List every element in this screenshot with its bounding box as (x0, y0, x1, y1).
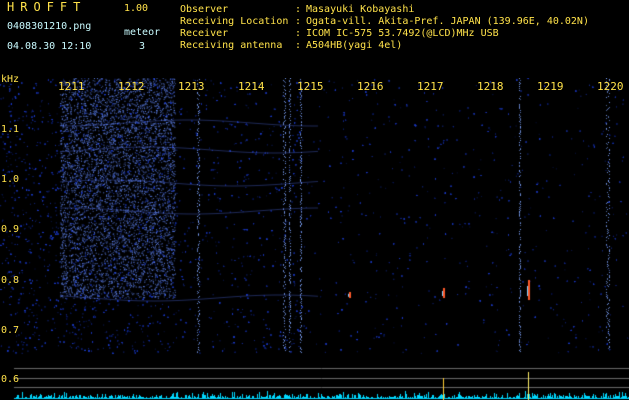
meta-value-observer: Masayuki Kobayashi (306, 4, 415, 15)
meteor-label: meteor (124, 27, 161, 38)
axis-unit: kHz (1, 74, 20, 85)
meta-label-antenna: Receiving antenna (180, 40, 283, 51)
meta-label-observer: Observer (180, 4, 229, 15)
minute-label: 1219 (537, 80, 564, 93)
meta-value-receiver: ICOM IC-575 53.7492(@LCD)MHz USB (306, 28, 499, 39)
minute-label: 1216 (357, 80, 384, 93)
minute-label: 1214 (238, 80, 265, 93)
minute-label: 1215 (297, 80, 324, 93)
meta-label-location: Receiving Location (180, 16, 289, 27)
app-brand: HROFFT (7, 0, 87, 14)
minute-label: 1211 (58, 80, 85, 93)
minute-label: 1218 (477, 80, 504, 93)
freq-tick-1.0: 1.0 (1, 174, 20, 185)
freq-tick-0.9: 0.9 (1, 224, 20, 235)
meteor-count: 3 (139, 41, 146, 52)
app-version: 1.00 (124, 3, 149, 14)
meta-colon: : (295, 4, 302, 15)
meta-value-location: Ogata-vill. Akita-Pref. JAPAN (139.96E, … (306, 16, 589, 27)
meta-value-antenna: A504HB(yagi 4el) (306, 40, 403, 51)
minute-label: 1213 (178, 80, 205, 93)
freq-tick-0.8: 0.8 (1, 275, 20, 286)
spectrogram (0, 78, 629, 400)
freq-tick-0.7: 0.7 (1, 325, 20, 336)
file-name: 0408301210.png (7, 21, 92, 32)
minute-label: 1220 (597, 80, 624, 93)
meta-colon: : (295, 40, 302, 51)
minute-label: 1217 (417, 80, 444, 93)
freq-tick-0.6: 0.6 (1, 374, 20, 385)
freq-tick-1.1: 1.1 (1, 124, 20, 135)
minute-label: 1212 (118, 80, 145, 93)
hrofft-window: HROFFT 1.00 0408301210.png meteor 04.08.… (0, 0, 629, 400)
meta-label-receiver: Receiver (180, 28, 229, 39)
capture-datetime: 04.08.30 12:10 (7, 41, 92, 52)
meta-colon: : (295, 28, 302, 39)
meta-colon: : (295, 16, 302, 27)
